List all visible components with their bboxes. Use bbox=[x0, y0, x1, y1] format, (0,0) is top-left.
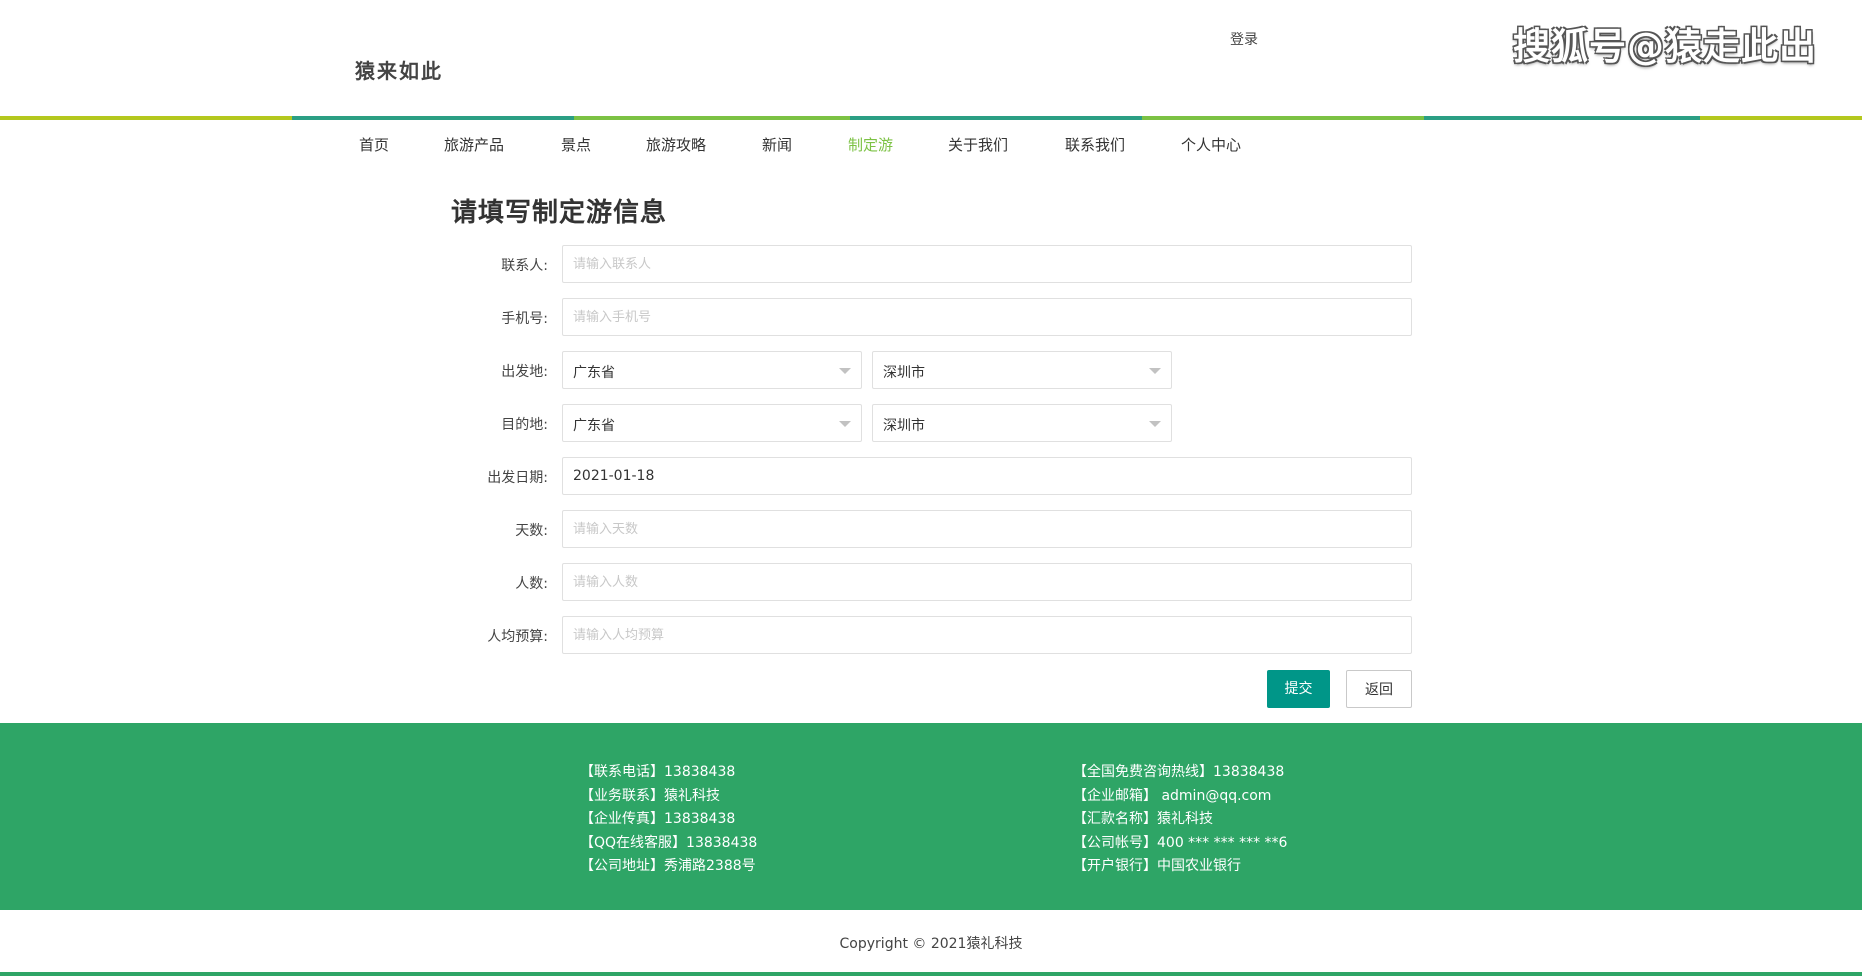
chevron-down-icon bbox=[1149, 368, 1161, 374]
bottom-divider bbox=[0, 972, 1862, 976]
destination-city-select[interactable]: 深圳市 bbox=[872, 404, 1172, 442]
nav-item-about-us[interactable]: 关于我们 bbox=[948, 134, 1008, 155]
nav-item-news[interactable]: 新闻 bbox=[762, 134, 792, 155]
destination-label: 目的地: bbox=[501, 417, 548, 433]
login-link[interactable]: 登录 bbox=[1230, 29, 1258, 49]
nav-item-attractions[interactable]: 景点 bbox=[561, 134, 591, 155]
departure-city-select[interactable]: 深圳市 bbox=[872, 351, 1172, 389]
footer-bank: 【开户银行】中国农业银行 bbox=[1073, 858, 1241, 874]
nav-item-user-center[interactable]: 个人中心 bbox=[1181, 134, 1241, 155]
site-logo[interactable]: 猿来如此 bbox=[355, 55, 443, 84]
budget-input[interactable] bbox=[562, 616, 1412, 654]
footer-email: 【企业邮箱】 admin@qq.com bbox=[1073, 787, 1272, 804]
budget-label: 人均预算: bbox=[487, 629, 548, 645]
submit-button[interactable]: 提交 bbox=[1267, 670, 1330, 708]
form-title: 请填写制定游信息 bbox=[451, 198, 668, 228]
copyright-text: Copyright © 2021猿礼科技 bbox=[839, 936, 1023, 952]
departure-label: 出发地: bbox=[501, 364, 548, 380]
departure-province-value: 广东省 bbox=[573, 365, 615, 381]
footer-phone: 【联系电话】13838438 bbox=[580, 764, 736, 780]
footer-contact-column: 【联系电话】13838438 【业务联系】猿礼科技 【企业传真】13838438… bbox=[580, 761, 757, 879]
nav-item-custom-tour[interactable]: 制定游 bbox=[848, 134, 893, 155]
form-row-contact: 联系人: bbox=[440, 245, 1412, 283]
people-input[interactable] bbox=[562, 563, 1412, 601]
footer-company-column: 【全国免费咨询热线】13838438 【企业邮箱】 admin@qq.com 【… bbox=[1073, 761, 1287, 879]
footer-hotline: 【全国免费咨询热线】13838438 bbox=[1073, 764, 1285, 780]
nav-item-home[interactable]: 首页 bbox=[359, 134, 389, 155]
footer-qq-service: 【QQ在线客服】13838438 bbox=[580, 834, 758, 851]
back-button[interactable]: 返回 bbox=[1346, 670, 1412, 708]
nav-item-travel-products[interactable]: 旅游产品 bbox=[444, 134, 504, 155]
chevron-down-icon bbox=[1149, 421, 1161, 427]
contact-input[interactable] bbox=[562, 245, 1412, 283]
phone-label: 手机号: bbox=[501, 311, 548, 327]
destination-province-select[interactable]: 广东省 bbox=[562, 404, 862, 442]
departure-city-value: 深圳市 bbox=[883, 365, 925, 381]
form-row-days: 天数: bbox=[440, 510, 1412, 548]
form-row-phone: 手机号: bbox=[440, 298, 1412, 336]
departure-province-select[interactable]: 广东省 bbox=[562, 351, 862, 389]
destination-city-value: 深圳市 bbox=[883, 418, 925, 434]
date-label: 出发日期: bbox=[487, 470, 548, 486]
nav-item-contact-us[interactable]: 联系我们 bbox=[1065, 134, 1125, 155]
site-footer: 【联系电话】13838438 【业务联系】猿礼科技 【企业传真】13838438… bbox=[0, 723, 1862, 910]
footer-business-contact: 【业务联系】猿礼科技 bbox=[580, 787, 720, 804]
site-header: 猿来如此 登录 搜狐号@猿走此出 bbox=[0, 0, 1862, 116]
contact-label: 联系人: bbox=[501, 258, 548, 274]
watermark-text: 搜狐号@猿走此出 bbox=[1513, 25, 1817, 68]
form-row-budget: 人均预算: bbox=[440, 616, 1412, 654]
destination-province-value: 广东省 bbox=[573, 418, 615, 434]
chevron-down-icon bbox=[839, 368, 851, 374]
footer-account-number: 【公司帐号】400 *** *** *** **6 bbox=[1073, 834, 1288, 851]
form-row-people: 人数: bbox=[440, 563, 1412, 601]
footer-address: 【公司地址】秀浦路2388号 bbox=[580, 858, 756, 874]
form-row-departure: 出发地: 广东省 深圳市 bbox=[440, 351, 1410, 389]
chevron-down-icon bbox=[839, 421, 851, 427]
main-nav: 首页 旅游产品 景点 旅游攻略 新闻 制定游 关于我们 联系我们 个人中心 bbox=[0, 120, 1862, 164]
people-label: 人数: bbox=[515, 576, 548, 592]
footer-remittance-name: 【汇款名称】猿礼科技 bbox=[1073, 811, 1213, 827]
days-label: 天数: bbox=[515, 523, 548, 539]
nav-item-travel-guides[interactable]: 旅游攻略 bbox=[646, 134, 706, 155]
footer-fax: 【企业传真】13838438 bbox=[580, 811, 736, 827]
days-input[interactable] bbox=[562, 510, 1412, 548]
form-row-destination: 目的地: 广东省 深圳市 bbox=[440, 404, 1410, 442]
date-input[interactable] bbox=[562, 457, 1412, 495]
form-row-date: 出发日期: bbox=[440, 457, 1412, 495]
phone-input[interactable] bbox=[562, 298, 1412, 336]
